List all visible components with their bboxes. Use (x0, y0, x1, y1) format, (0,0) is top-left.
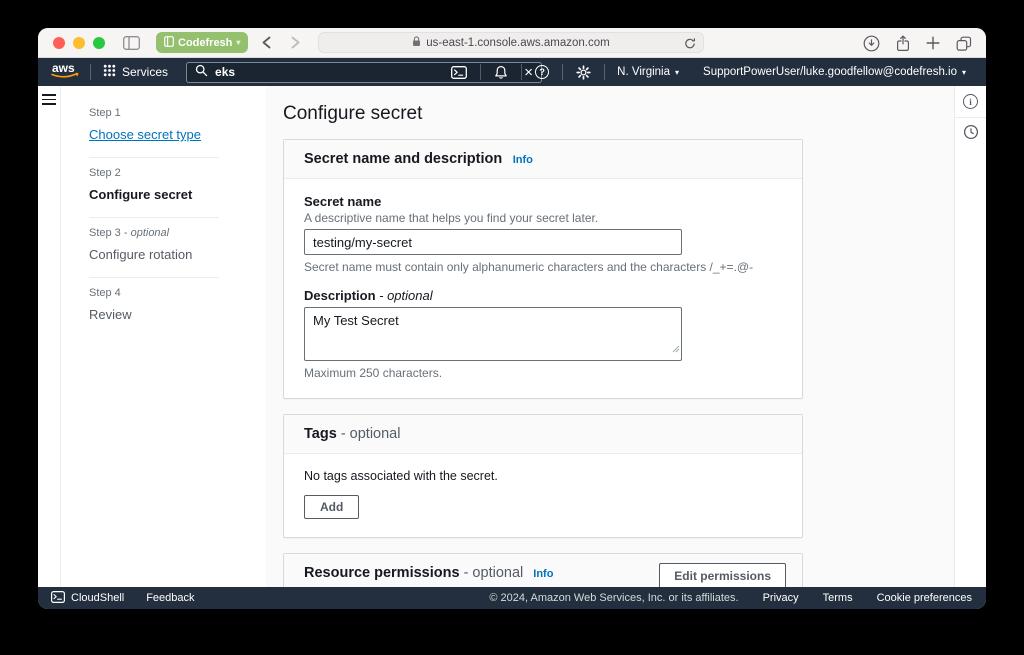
services-label: Services (122, 65, 168, 79)
console-content: Step 1 Choose secret type Step 2 Configu… (38, 86, 986, 587)
region-label: N. Virginia (617, 66, 670, 78)
chevron-down-icon: ▾ (962, 68, 966, 77)
chevron-down-icon: ▾ (236, 38, 240, 47)
step-item-configure-rotation: Step 3 - optional Configure rotation (89, 218, 219, 278)
add-tag-button[interactable]: Add (304, 495, 359, 519)
aws-top-nav: aws Services × ? (38, 58, 986, 86)
tab-overview-icon[interactable] (956, 36, 972, 51)
step-number: Step 3 - optional (89, 227, 219, 239)
forward-icon[interactable] (291, 36, 300, 49)
tags-card: Tags - optional No tags associated with … (283, 414, 803, 538)
services-menu-button[interactable]: Services (91, 64, 180, 80)
info-link[interactable]: Info (513, 154, 533, 166)
downloads-icon[interactable] (863, 35, 880, 52)
aws-logo[interactable]: aws (50, 61, 80, 83)
help-icon[interactable]: ? (522, 58, 562, 86)
step-number: Step 2 (89, 167, 219, 179)
url-text: us-east-1.console.aws.amazon.com (426, 37, 609, 49)
step-item-choose-secret-type[interactable]: Step 1 Choose secret type (89, 98, 219, 158)
cloudshell-footer-button[interactable]: CloudShell (51, 591, 124, 606)
step-number: Step 4 (89, 287, 219, 299)
copyright-text: © 2024, Amazon Web Services, Inc. or its… (489, 592, 738, 604)
privacy-link[interactable]: Privacy (763, 592, 799, 604)
secret-name-description-card: Secret name and description Info Secret … (283, 139, 803, 399)
back-icon[interactable] (262, 36, 271, 49)
reload-icon[interactable] (684, 37, 696, 50)
address-bar[interactable]: us-east-1.console.aws.amazon.com (318, 32, 704, 53)
card-body: No tags associated with the secret. Add (284, 454, 802, 537)
step-current-label: Configure secret (89, 187, 192, 202)
account-menu[interactable]: SupportPowerUser/luke.goodfellow@codefre… (691, 66, 978, 78)
secret-name-hint: Secret name must contain only alphanumer… (304, 260, 782, 274)
card-title: Tags - optional (304, 426, 400, 442)
cloudshell-icon[interactable] (438, 58, 480, 86)
clock-icon (963, 124, 979, 145)
codefresh-icon (164, 36, 174, 50)
zoom-window-button[interactable] (93, 37, 105, 49)
resource-permissions-card: Resource permissions - optional Info Add… (283, 553, 803, 587)
cloudshell-label: CloudShell (71, 592, 124, 604)
aws-footer: CloudShell Feedback © 2024, Amazon Web S… (38, 587, 986, 609)
close-window-button[interactable] (53, 37, 65, 49)
cookie-preferences-link[interactable]: Cookie preferences (877, 592, 972, 604)
traffic-lights (53, 37, 105, 49)
description-hint: Maximum 250 characters. (304, 366, 782, 380)
card-header: Secret name and description Info (284, 140, 802, 179)
step-link[interactable]: Choose secret type (89, 127, 201, 142)
svg-text:aws: aws (52, 61, 75, 75)
grid-icon (103, 64, 116, 80)
card-title: Secret name and description (304, 151, 502, 167)
share-icon[interactable] (896, 35, 910, 52)
feedback-link[interactable]: Feedback (146, 592, 194, 604)
lock-icon (412, 36, 421, 50)
card-header: Tags - optional (284, 415, 802, 454)
step-item-configure-secret: Step 2 Configure secret (89, 158, 219, 218)
main-panel: Configure secret Secret name and descrip… (266, 86, 954, 587)
codefresh-label: Codefresh (178, 37, 232, 49)
settings-gear-icon[interactable] (563, 58, 604, 86)
new-tab-icon[interactable] (926, 36, 940, 50)
card-title: Resource permissions - optional (304, 565, 527, 581)
history-panel-button[interactable] (955, 118, 986, 150)
step-label: Configure rotation (89, 247, 192, 262)
page-title: Configure secret (283, 103, 954, 125)
codefresh-extension-button[interactable]: Codefresh ▾ (156, 32, 248, 53)
terms-link[interactable]: Terms (823, 592, 853, 604)
region-selector[interactable]: N. Virginia ▾ (605, 66, 691, 78)
minimize-window-button[interactable] (73, 37, 85, 49)
help-rail: i (954, 86, 986, 587)
account-label: SupportPowerUser/luke.goodfellow@codefre… (703, 66, 957, 78)
step-item-review: Step 4 Review (89, 278, 219, 337)
wizard-steps-sidebar: Step 1 Choose secret type Step 2 Configu… (61, 86, 266, 587)
card-body: Secret name A descriptive name that help… (284, 179, 802, 398)
description-label: Description - optional (304, 288, 782, 303)
left-rail (38, 86, 61, 587)
info-panel-button[interactable]: i (955, 86, 986, 118)
info-icon: i (963, 94, 978, 109)
hamburger-menu-icon[interactable] (42, 94, 56, 587)
browser-toolbar: Codefresh ▾ us-east-1.console.aws.amazon… (38, 28, 986, 58)
search-icon (195, 64, 208, 80)
no-tags-text: No tags associated with the secret. (304, 469, 782, 483)
cloudshell-terminal-icon (51, 591, 65, 606)
chevron-down-icon: ▾ (675, 68, 679, 77)
step-label: Review (89, 307, 132, 322)
edit-permissions-button[interactable]: Edit permissions (659, 563, 786, 587)
sidebar-toggle-icon[interactable] (123, 36, 140, 50)
card-header: Resource permissions - optional Info Add… (284, 554, 802, 587)
secret-name-label: Secret name (304, 194, 782, 209)
secret-name-description: A descriptive name that helps you find y… (304, 211, 782, 225)
description-textarea[interactable]: My Test Secret (304, 307, 682, 361)
step-number: Step 1 (89, 107, 219, 119)
secret-name-input[interactable] (304, 229, 682, 255)
resize-handle[interactable] (672, 340, 680, 358)
notifications-bell-icon[interactable] (481, 58, 521, 86)
info-link[interactable]: Info (533, 568, 553, 580)
browser-window: Codefresh ▾ us-east-1.console.aws.amazon… (38, 28, 986, 609)
